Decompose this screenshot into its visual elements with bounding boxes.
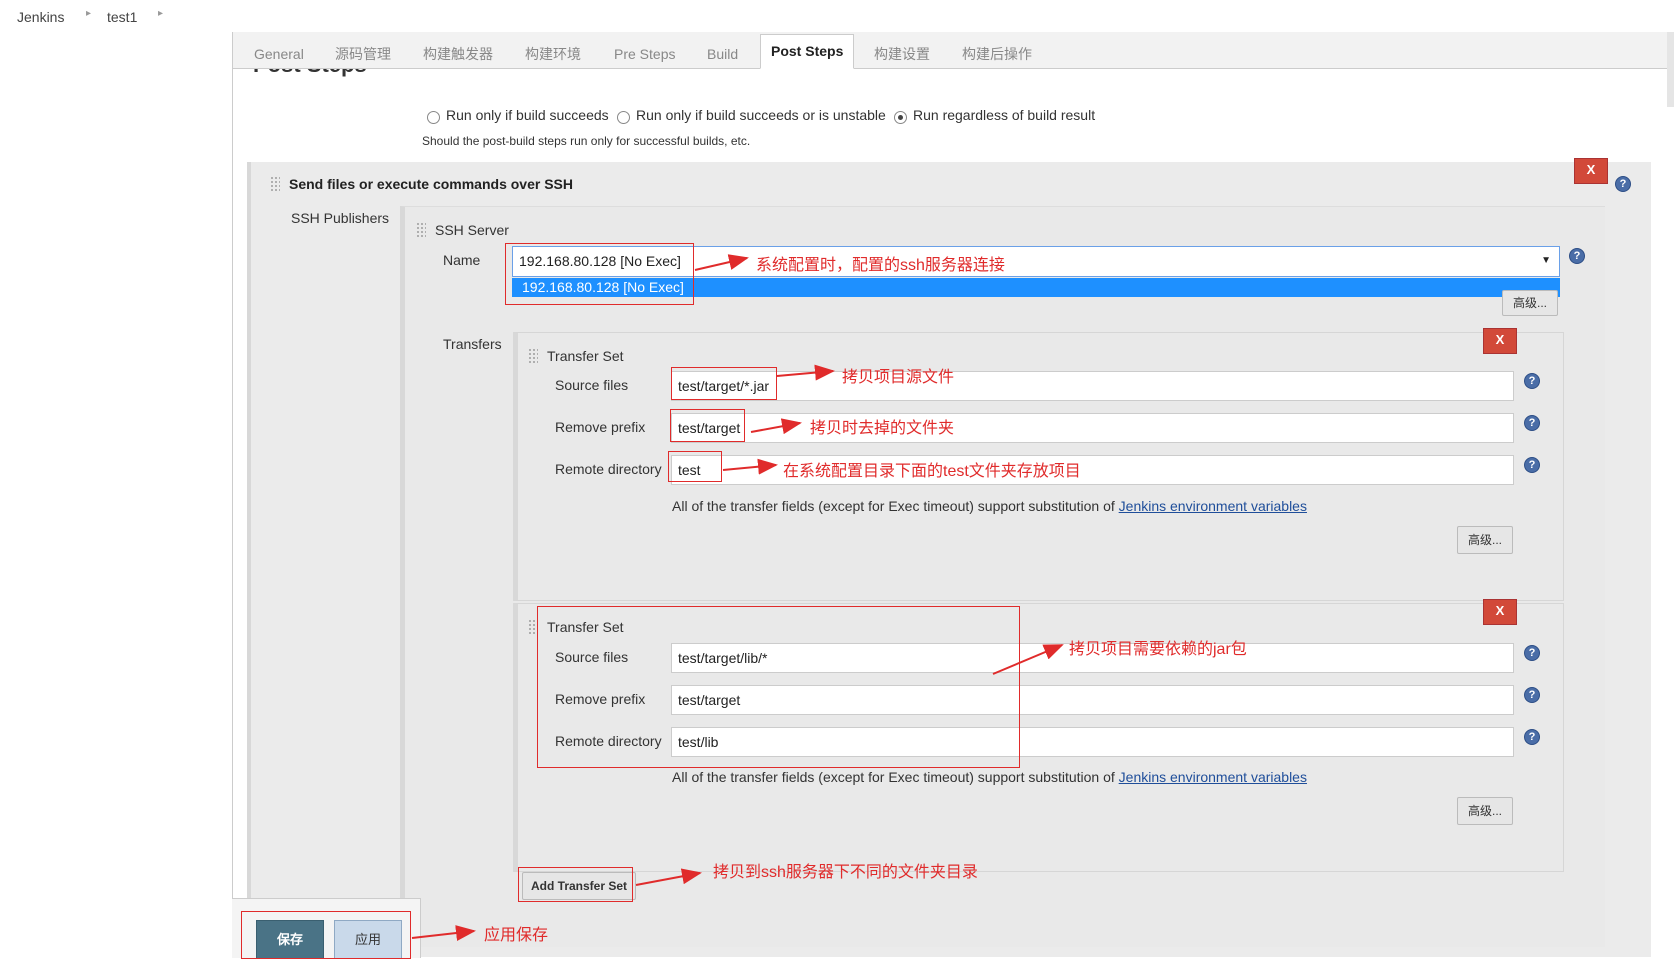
- arrow-add: [635, 868, 702, 886]
- annotation-server: 系统配置时，配置的ssh服务器连接: [756, 257, 1005, 274]
- annotation-remote: 在系统配置目录下面的test文件夹存放项目: [783, 463, 1081, 480]
- arrow-save: [411, 925, 476, 941]
- arrow-prefix: [750, 418, 802, 435]
- arrow-remote: [722, 458, 778, 475]
- annotation-source: 拷贝项目源文件: [842, 369, 955, 386]
- arrow-server: [694, 254, 749, 271]
- arrow-source: [776, 364, 835, 381]
- annotation-add: 拷贝到ssh服务器下不同的文件夹目录: [713, 864, 978, 881]
- annotation-prefix: 拷贝时去掉的文件夹: [810, 420, 955, 437]
- annotation-save: 应用保存: [484, 927, 549, 944]
- annotation-deps: 拷贝项目需要依赖的jar包: [1069, 641, 1247, 658]
- arrow-deps: [992, 644, 1064, 675]
